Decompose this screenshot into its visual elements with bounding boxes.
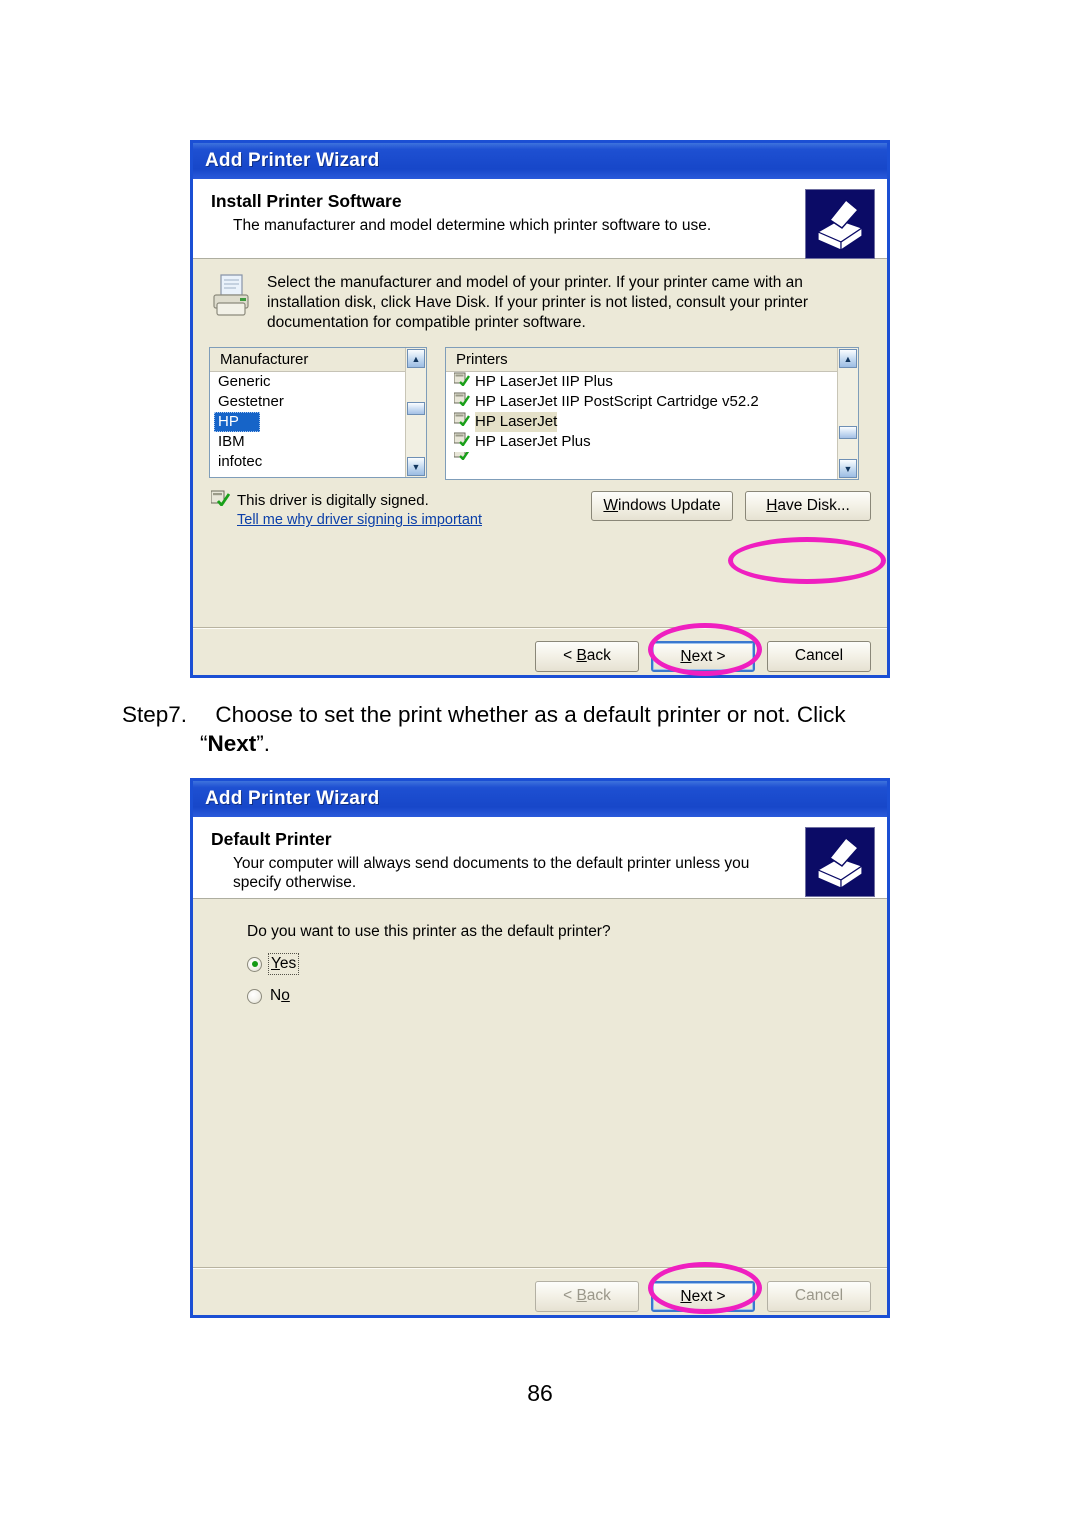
page-number: 86: [527, 1380, 553, 1406]
intro-text: Select the manufacturer and model of you…: [267, 274, 808, 332]
list-item[interactable]: HP LaserJet IIP Plus: [450, 372, 858, 392]
scroll-down-icon[interactable]: ▼: [839, 459, 857, 479]
scroll-down-icon[interactable]: ▼: [407, 457, 425, 477]
windows-update-label: indows Update: [618, 497, 721, 515]
list-item-selected[interactable]: HP: [214, 412, 260, 433]
dialog-header-band: Install Printer Software The manufacture…: [193, 179, 887, 259]
printers-list-header: Printers: [446, 348, 858, 373]
cancel-button[interactable]: Cancel: [767, 641, 871, 673]
step-caption: Step7. Choose to set the print whether a…: [122, 700, 972, 759]
signed-driver-icon: [453, 452, 470, 461]
step-text: Choose to set the print whether as a def…: [215, 702, 846, 727]
add-printer-wizard-dialog-install-software: Add Printer Wizard Install Printer Softw…: [190, 140, 890, 678]
driver-signed-text: This driver is digitally signed.: [237, 491, 429, 509]
radio-yes-label: Yes: [267, 953, 300, 975]
windows-update-accel: W: [603, 497, 619, 515]
dialog-header-band: Default Printer Your computer will alway…: [193, 817, 887, 899]
signed-driver-icon: [453, 412, 470, 432]
list-item[interactable]: Generic: [214, 372, 426, 392]
list-item[interactable]: infotec: [214, 452, 426, 472]
quote-close: ”.: [256, 731, 271, 757]
radio-option-yes[interactable]: Yes: [247, 953, 887, 975]
scrollbar-thumb[interactable]: [407, 402, 425, 416]
next-accel: N: [680, 648, 692, 665]
list-item-label: HP LaserJet: [475, 412, 558, 433]
scroll-up-icon[interactable]: ▲: [839, 349, 857, 369]
radio-yes-icon[interactable]: [247, 956, 262, 972]
header-subtitle: The manufacturer and model determine whi…: [233, 217, 712, 234]
list-item[interactable]: HP LaserJet IIP PostScript Cartridge v52…: [450, 392, 858, 412]
list-item-partial[interactable]: [450, 452, 858, 461]
dialog-footer: < Back Next > Cancel: [193, 1269, 887, 1322]
list-item-label: HP LaserJet Plus: [475, 433, 591, 451]
cancel-button[interactable]: Cancel: [767, 1281, 871, 1313]
scrollbar-thumb[interactable]: [839, 426, 857, 440]
signed-driver-icon: [210, 490, 231, 510]
list-item[interactable]: HP LaserJet Plus: [450, 432, 858, 452]
step-second-line: “Next”.: [200, 729, 972, 758]
have-disk-accel: H: [766, 497, 778, 515]
default-printer-question: Do you want to use this printer as the d…: [247, 923, 611, 940]
add-printer-wizard-dialog-default-printer: Add Printer Wizard Default Printer Your …: [190, 778, 890, 1318]
driver-signing-link[interactable]: Tell me why driver signing is important: [237, 512, 482, 528]
header-subtitle: Your computer will always send documents…: [233, 855, 750, 892]
driver-signing-row: This driver is digitally signed. Tell me…: [193, 480, 887, 528]
selection-lists: Manufacturer Generic Gestetner HP IBM in…: [193, 347, 887, 481]
dialog-title: Add Printer Wizard: [205, 150, 380, 171]
list-item-label: HP LaserJet IIP PostScript Cartridge v52…: [475, 393, 759, 411]
manufacturer-list-items[interactable]: Generic Gestetner HP IBM infotec: [210, 372, 426, 477]
list-item-selected[interactable]: HP LaserJet: [450, 412, 858, 433]
dialog-title: Add Printer Wizard: [205, 788, 380, 809]
back-button[interactable]: < Back: [535, 1281, 639, 1313]
radio-no-icon[interactable]: [247, 988, 262, 1004]
intro-row: Select the manufacturer and model of you…: [193, 259, 887, 333]
radio-no-label: No: [270, 987, 290, 1004]
radio-no-accel: o: [281, 987, 290, 1004]
printers-list-items[interactable]: HP LaserJet IIP Plus HP LaserJet IIP Pos…: [446, 372, 858, 479]
printer-wizard-icon: [805, 189, 875, 259]
dialog-footer: < Back Next > Cancel: [193, 629, 887, 682]
back-accel: B: [576, 1287, 587, 1304]
manufacturer-listbox[interactable]: Manufacturer Generic Gestetner HP IBM in…: [209, 347, 427, 479]
dialog-body: Do you want to use this printer as the d…: [193, 899, 887, 1267]
windows-update-button[interactable]: Windows Update: [591, 491, 733, 521]
radio-yes-accel: Y: [271, 955, 280, 972]
manufacturer-list-scrollbar[interactable]: ▲ ▼: [405, 348, 426, 478]
signed-driver-icon: [453, 432, 470, 452]
printer-wizard-icon: [805, 827, 875, 897]
signed-driver-icon: [453, 392, 470, 412]
back-accel: B: [576, 647, 587, 664]
dialog-titlebar: Add Printer Wizard: [193, 143, 887, 179]
manufacturer-list-header: Manufacturer: [210, 348, 426, 373]
printers-list-scrollbar[interactable]: ▲ ▼: [837, 348, 858, 480]
next-accel: N: [680, 1288, 692, 1305]
step-label: Step7.: [122, 702, 188, 727]
have-disk-button[interactable]: Have Disk...: [745, 491, 871, 521]
header-title: Install Printer Software: [211, 191, 402, 211]
scroll-up-icon[interactable]: ▲: [407, 349, 425, 369]
list-item[interactable]: IBM: [214, 432, 426, 452]
quote-open: “: [200, 731, 208, 757]
next-button[interactable]: Next >: [651, 641, 755, 673]
printer-icon: [209, 273, 253, 333]
signed-driver-icon: [453, 372, 470, 392]
radio-option-no[interactable]: No: [247, 987, 887, 1005]
list-item-label: HP LaserJet IIP Plus: [475, 373, 613, 391]
back-button[interactable]: < Back: [535, 641, 639, 673]
step-emphasis: Next: [207, 731, 257, 757]
header-title: Default Printer: [211, 829, 332, 849]
have-disk-label: ave Disk...: [777, 497, 850, 515]
next-button[interactable]: Next >: [651, 1281, 755, 1313]
dialog-body: Select the manufacturer and model of you…: [193, 259, 887, 627]
printers-listbox[interactable]: Printers HP LaserJet IIP Plus HP LaserJe…: [445, 347, 859, 481]
dialog-titlebar: Add Printer Wizard: [193, 781, 887, 817]
list-item[interactable]: Gestetner: [214, 392, 426, 412]
